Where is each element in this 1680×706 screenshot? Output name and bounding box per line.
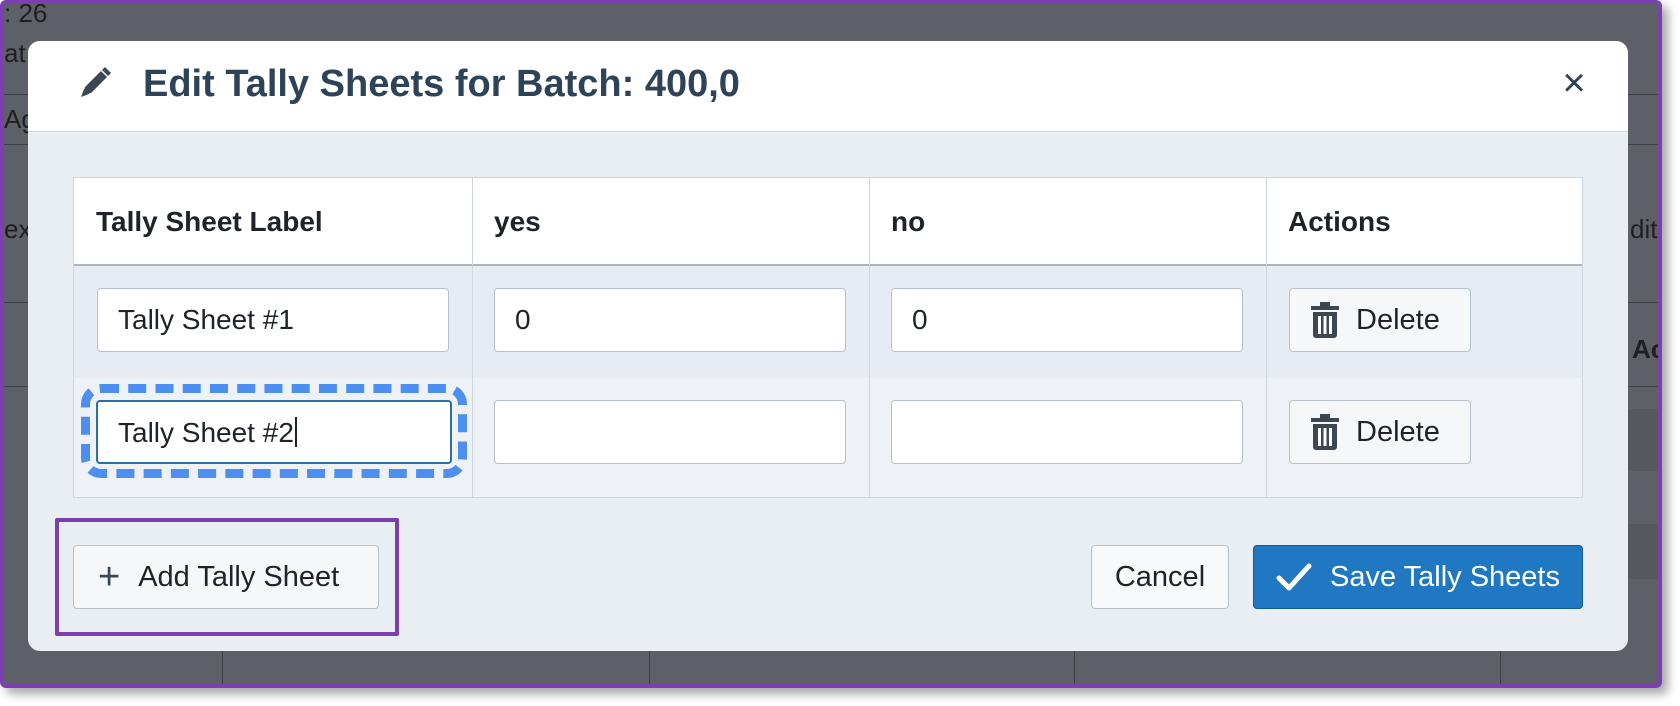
yes-count-input[interactable]: 0 (494, 288, 846, 352)
column-header-actions: Actions (1288, 206, 1391, 237)
no-count-input[interactable] (891, 400, 1243, 464)
dialog-title: Edit Tally Sheets for Batch: 400,0 (143, 63, 740, 105)
tally-label-input[interactable]: Tally Sheet #2 (96, 400, 452, 464)
cancel-button[interactable]: Cancel (1091, 545, 1229, 609)
table-row: Tally Sheet #2 Delete (74, 378, 1582, 497)
delete-button[interactable]: Delete (1289, 288, 1471, 352)
pencil-icon (81, 67, 111, 97)
column-header-label: Tally Sheet Label (96, 206, 323, 237)
yes-count-input[interactable] (494, 400, 846, 464)
delete-label: Delete (1356, 303, 1440, 336)
background-text: Ac (1632, 334, 1662, 364)
trash-icon (1311, 302, 1339, 338)
background-text: at (4, 38, 26, 68)
table-header-row: Tally Sheet Label yes no Actions (74, 178, 1582, 266)
close-icon[interactable]: × (1556, 63, 1592, 103)
delete-button[interactable]: Delete (1289, 400, 1471, 464)
text-caret (294, 417, 297, 447)
tally-label-input[interactable]: Tally Sheet #1 (97, 288, 449, 352)
column-header-no: no (891, 206, 926, 237)
add-tally-sheet-label: Add Tally Sheet (138, 560, 340, 593)
column-divider (1266, 178, 1267, 497)
background-text: : 26 (4, 0, 48, 28)
column-header-yes: yes (494, 206, 541, 237)
edit-tally-sheets-dialog: Edit Tally Sheets for Batch: 400,0 × Tal… (28, 41, 1628, 651)
trash-icon (1311, 414, 1339, 450)
column-divider (869, 178, 870, 497)
save-label: Save Tally Sheets (1330, 560, 1560, 593)
app-window: : 26 at Ag ex dit Ac Edit Tally Sheets f… (0, 0, 1662, 688)
dialog-header: Edit Tally Sheets for Batch: 400,0 × (28, 41, 1628, 132)
add-tally-sheet-button[interactable]: + Add Tally Sheet (73, 545, 379, 609)
plus-icon: + (98, 556, 121, 598)
save-tally-sheets-button[interactable]: Save Tally Sheets (1253, 545, 1583, 609)
column-divider (472, 178, 473, 497)
background-text: dit (1630, 214, 1658, 244)
tally-sheets-table: Tally Sheet Label yes no Actions Tally S… (73, 177, 1583, 498)
checkmark-icon (1276, 563, 1312, 591)
delete-label: Delete (1356, 415, 1440, 448)
table-row: Tally Sheet #1 0 0 Delete (74, 266, 1582, 378)
no-count-input[interactable]: 0 (891, 288, 1243, 352)
